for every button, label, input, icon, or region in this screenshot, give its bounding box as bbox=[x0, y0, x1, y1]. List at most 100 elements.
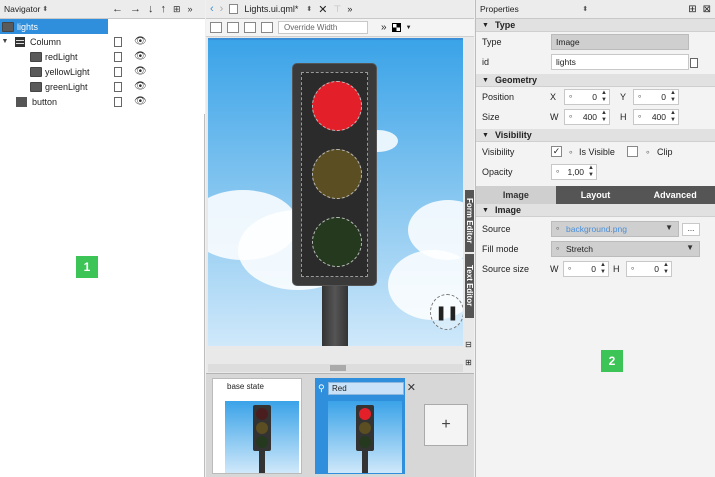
override-width-input[interactable]: Override Width bbox=[278, 21, 368, 34]
type-value: Image bbox=[551, 34, 689, 50]
mini-housing bbox=[356, 405, 374, 451]
split-icon[interactable]: ⊞ bbox=[688, 4, 696, 15]
opacity-spinbox[interactable]: ∘ 1,00 ▲ ▼ bbox=[551, 164, 597, 180]
type-section[interactable]: ▼ Type bbox=[476, 19, 715, 32]
source-row: Source ∘ background.png ▼ ... bbox=[476, 219, 715, 239]
source-height-spinbox[interactable]: ∘ 0 ▲ ▼ bbox=[626, 261, 672, 277]
horizontal-scrollbar[interactable] bbox=[208, 364, 463, 372]
eye-icon[interactable]: 👁 bbox=[134, 66, 147, 77]
height-spinbox[interactable]: ∘ 400 ▲ ▼ bbox=[633, 109, 679, 125]
y-spinbox[interactable]: ∘ 0 ▲ ▼ bbox=[633, 89, 679, 105]
form-editor-area: ‹ › Lights.ui.qml* ⬍ ✕ ⊤ » Override Widt… bbox=[206, 0, 474, 477]
mini-red bbox=[256, 408, 268, 420]
mini-red bbox=[359, 408, 371, 420]
navigator-toolbar: ← → ↓ ↑ ⊞ » bbox=[108, 0, 205, 19]
tab-layout[interactable]: Layout bbox=[556, 186, 636, 204]
state-thumbnail bbox=[225, 401, 299, 473]
pause-button[interactable]: ❚❚ bbox=[430, 294, 463, 330]
show-bounding-icon[interactable] bbox=[261, 22, 273, 33]
split-vertical-icon[interactable]: ⊞ bbox=[465, 358, 472, 367]
split-icon[interactable]: ⊞ bbox=[173, 4, 181, 15]
image-item-icon bbox=[30, 66, 42, 77]
chevron-down-icon[interactable]: ▼ bbox=[0, 38, 10, 45]
state-label: Red bbox=[332, 384, 347, 393]
id-input[interactable]: lights bbox=[551, 54, 689, 70]
more-icon[interactable]: » bbox=[347, 4, 352, 14]
width-spinbox[interactable]: ∘ 400 ▲ ▼ bbox=[564, 109, 610, 125]
panel-switch-icon[interactable]: ⬍ bbox=[582, 5, 588, 13]
fill-mode-combobox[interactable]: ∘ Stretch ▼ bbox=[551, 241, 700, 257]
more-icon[interactable]: » bbox=[381, 22, 387, 33]
type-row: Type Image bbox=[476, 32, 715, 52]
clip-checkbox[interactable] bbox=[627, 146, 638, 157]
editor-tabbar: ‹ › Lights.ui.qml* ⬍ ✕ ⊤ » bbox=[206, 0, 474, 19]
export-alias-icon[interactable] bbox=[114, 96, 122, 107]
eye-icon[interactable]: 👁 bbox=[134, 51, 147, 62]
arrow-down-icon[interactable]: ↓ bbox=[148, 3, 154, 15]
form-editor-tab[interactable]: Form Editor bbox=[465, 190, 474, 252]
state-label: base state bbox=[227, 382, 264, 391]
eye-icon[interactable]: 👁 bbox=[134, 36, 147, 47]
chevron-down-icon: ▼ bbox=[482, 21, 489, 29]
state-base[interactable]: base state bbox=[212, 378, 302, 474]
traffic-light-housing[interactable] bbox=[293, 64, 376, 285]
arrow-up-icon[interactable]: ↑ bbox=[161, 3, 167, 15]
form-editor-canvas[interactable]: ❚❚ bbox=[208, 38, 463, 346]
zoom-dropdown-icon[interactable]: ▼ bbox=[406, 25, 412, 31]
more-icon[interactable]: » bbox=[188, 4, 193, 14]
binding-dot-icon[interactable]: ∘ bbox=[568, 147, 574, 158]
source-combobox[interactable]: ∘ background.png ▼ bbox=[551, 221, 679, 237]
property-tabs: Image Layout Advanced bbox=[476, 186, 715, 204]
form-editor-toolbar: Override Width » ▼ bbox=[206, 19, 474, 37]
mini-green bbox=[359, 436, 371, 448]
chevron-down-icon: ▼ bbox=[482, 76, 489, 84]
file-switch-icon[interactable]: ⬍ bbox=[306, 5, 312, 13]
forward-arrow-icon[interactable]: › bbox=[220, 3, 224, 15]
column-item[interactable] bbox=[301, 72, 368, 277]
export-alias-icon[interactable] bbox=[114, 81, 122, 92]
export-alias-icon[interactable] bbox=[114, 51, 122, 62]
geometry-section[interactable]: ▼ Geometry bbox=[476, 74, 715, 87]
eye-icon[interactable]: 👁 bbox=[134, 96, 147, 107]
binding-dot-icon[interactable]: ∘ bbox=[645, 147, 651, 158]
snap-to-parent-icon[interactable] bbox=[210, 22, 222, 33]
button-flags: 👁 bbox=[108, 94, 205, 109]
tree-item-lights[interactable]: lights bbox=[0, 19, 108, 34]
open-file-name[interactable]: Lights.ui.qml* bbox=[244, 4, 298, 14]
panel-switch-icon[interactable]: ⬍ bbox=[42, 5, 48, 13]
browse-button[interactable]: ... bbox=[682, 223, 700, 236]
add-state-button[interactable]: + bbox=[424, 404, 468, 446]
visibility-section[interactable]: ▼ Visibility bbox=[476, 129, 715, 142]
navigator-flags-column: 👁 👁 👁 👁 👁 bbox=[108, 19, 205, 114]
red-light[interactable] bbox=[312, 81, 362, 131]
source-width-spinbox[interactable]: ∘ 0 ▲ ▼ bbox=[563, 261, 609, 277]
eye-icon[interactable]: 👁 bbox=[134, 81, 147, 92]
back-arrow-icon[interactable]: ‹ bbox=[210, 3, 214, 15]
state-red[interactable]: Red ⚲ ✕ bbox=[315, 378, 416, 474]
export-alias-icon[interactable] bbox=[690, 58, 698, 68]
snap-to-items-icon[interactable] bbox=[227, 22, 239, 33]
background-color-icon[interactable] bbox=[391, 23, 401, 32]
arrow-left-icon[interactable]: ← bbox=[112, 3, 123, 15]
column-flags: 👁 bbox=[108, 34, 205, 49]
is-visible-checkbox[interactable]: ✓ bbox=[551, 146, 562, 157]
export-alias-icon[interactable] bbox=[114, 36, 122, 47]
scroll-thumb[interactable] bbox=[330, 365, 346, 371]
export-alias-icon[interactable] bbox=[114, 66, 122, 77]
text-editor-tab[interactable]: Text Editor bbox=[465, 254, 474, 318]
arrow-right-icon[interactable]: → bbox=[130, 3, 141, 15]
split-view-icon[interactable]: ⊤ bbox=[333, 4, 341, 15]
tab-image[interactable]: Image bbox=[476, 186, 556, 204]
x-spinbox[interactable]: ∘ 0 ▲ ▼ bbox=[564, 89, 610, 105]
anchor-icon[interactable] bbox=[244, 22, 256, 33]
link-icon[interactable]: ⚲ bbox=[318, 383, 325, 394]
mini-yellow bbox=[256, 422, 268, 434]
image-section[interactable]: ▼ Image bbox=[476, 204, 715, 217]
green-light[interactable] bbox=[312, 217, 362, 267]
close-state-icon[interactable]: ✕ bbox=[407, 381, 416, 394]
tab-advanced[interactable]: Advanced bbox=[635, 186, 715, 204]
close-file-icon[interactable]: ✕ bbox=[318, 3, 327, 16]
yellow-light[interactable] bbox=[312, 149, 362, 199]
close-panel-icon[interactable]: ⊠ bbox=[703, 4, 711, 15]
split-horizontal-icon[interactable]: ⊟ bbox=[465, 340, 472, 349]
